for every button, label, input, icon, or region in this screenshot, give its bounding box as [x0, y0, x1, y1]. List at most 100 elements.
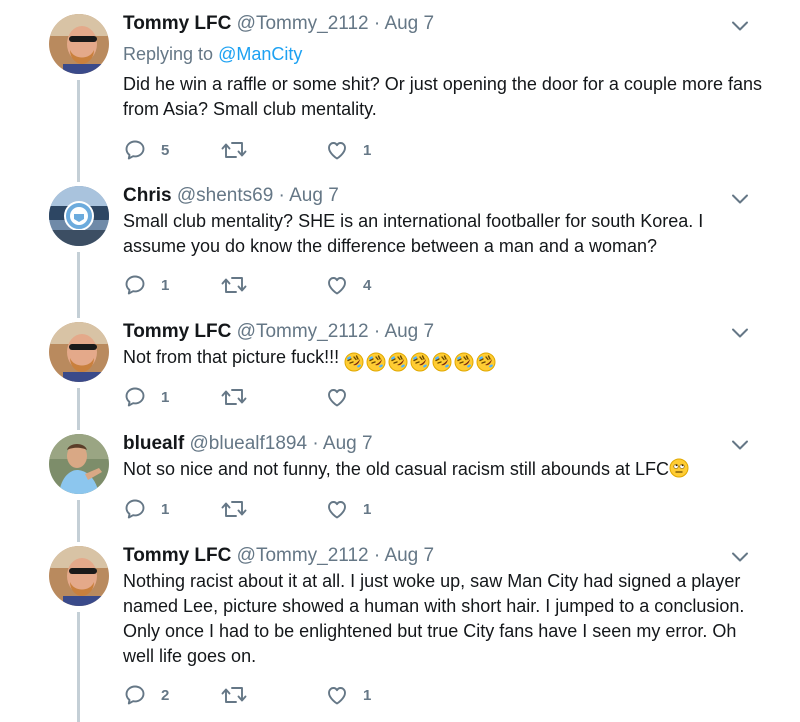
- thread-line: [77, 532, 80, 542]
- separator-dot: ·: [373, 321, 381, 342]
- reply-count: 1: [161, 500, 170, 518]
- user-handle[interactable]: @shents69: [177, 185, 273, 206]
- retweet-button[interactable]: [220, 497, 248, 521]
- tweet-header: Tommy LFC @Tommy_2112 · Aug 7: [123, 13, 434, 35]
- heart-icon: [325, 385, 349, 409]
- user-handle[interactable]: @Tommy_2112: [237, 545, 369, 566]
- thread-line: [77, 252, 80, 308]
- chevron-down-icon[interactable]: [731, 439, 749, 451]
- replying-to: Replying to @ManCity: [123, 43, 302, 65]
- avatar[interactable]: [49, 434, 109, 494]
- reply-icon: [123, 273, 147, 297]
- tommy-avatar-image: [49, 14, 109, 74]
- heart-icon: [325, 683, 349, 707]
- display-name[interactable]: Chris: [123, 185, 172, 206]
- separator-dot: ·: [373, 545, 381, 566]
- tweet-5[interactable]: Tommy LFC @Tommy_2112 · Aug 7 Nothing ra…: [0, 532, 800, 722]
- separator-dot: ·: [278, 185, 285, 206]
- reply-count: 1: [161, 276, 170, 294]
- retweet-button[interactable]: [220, 138, 248, 162]
- user-handle[interactable]: @bluealf1894: [190, 433, 308, 454]
- reply-count: 1: [161, 388, 170, 406]
- retweet-icon: [220, 497, 248, 521]
- thread-line: [77, 388, 80, 420]
- display-name[interactable]: Tommy LFC: [123, 13, 231, 34]
- rolling-on-floor-laughing-icon: [454, 352, 474, 372]
- tweet-date[interactable]: Aug 7: [289, 185, 339, 206]
- mention-link[interactable]: @ManCity: [218, 44, 302, 64]
- thread-line: [77, 80, 80, 172]
- retweet-icon: [220, 138, 248, 162]
- reply-button[interactable]: 1: [123, 273, 169, 297]
- reply-button[interactable]: 2: [123, 683, 169, 707]
- rolling-on-floor-laughing-icon: [410, 352, 430, 372]
- tweet-date[interactable]: Aug 7: [384, 321, 434, 342]
- emoji-row: [344, 349, 498, 374]
- retweet-icon: [220, 273, 248, 297]
- like-count: 1: [363, 141, 372, 159]
- reply-icon: [123, 683, 147, 707]
- reply-icon: [123, 385, 147, 409]
- tweet-header: Tommy LFC @Tommy_2112 · Aug 7: [123, 545, 434, 567]
- retweet-button[interactable]: [220, 683, 248, 707]
- face-with-rolling-eyes-icon: [669, 458, 689, 478]
- like-count: 1: [363, 686, 372, 704]
- tweet-body: Not from that picture fuck!!!: [123, 345, 763, 374]
- thread-line: [77, 420, 80, 430]
- rolling-on-floor-laughing-icon: [388, 352, 408, 372]
- tweet-date[interactable]: Aug 7: [384, 545, 434, 566]
- reply-icon: [123, 497, 147, 521]
- retweet-button[interactable]: [220, 273, 248, 297]
- display-name[interactable]: bluealf: [123, 433, 184, 454]
- like-button[interactable]: 4: [325, 273, 371, 297]
- thread-line: [77, 612, 80, 722]
- like-button[interactable]: 1: [325, 138, 371, 162]
- rolling-on-floor-laughing-icon: [344, 352, 364, 372]
- tweet-text: Not so nice and not funny, the old casua…: [123, 459, 669, 479]
- tweet-header: Tommy LFC @Tommy_2112 · Aug 7: [123, 321, 434, 343]
- retweet-icon: [220, 683, 248, 707]
- tommy-avatar-image: [49, 322, 109, 382]
- bluealf-avatar-image: [49, 434, 109, 494]
- tweet-date[interactable]: Aug 7: [384, 13, 434, 34]
- like-count: 1: [363, 500, 372, 518]
- reply-button[interactable]: 5: [123, 138, 169, 162]
- heart-icon: [325, 138, 349, 162]
- display-name[interactable]: Tommy LFC: [123, 321, 231, 342]
- tweet-text: Nothing racist about it at all. I just w…: [123, 571, 745, 666]
- tommy-avatar-image: [49, 546, 109, 606]
- thread-line: [77, 172, 80, 182]
- reply-button[interactable]: 1: [123, 385, 169, 409]
- display-name[interactable]: Tommy LFC: [123, 545, 231, 566]
- like-button[interactable]: [325, 385, 349, 409]
- reply-button[interactable]: 1: [123, 497, 169, 521]
- tweet-4[interactable]: bluealf @bluealf1894 · Aug 7 Not so nice…: [0, 420, 800, 532]
- tweet-date[interactable]: Aug 7: [323, 433, 373, 454]
- mancity-avatar-image: [49, 186, 109, 246]
- user-handle[interactable]: @Tommy_2112: [237, 321, 369, 342]
- tweet-1[interactable]: Tommy LFC @Tommy_2112 · Aug 7 Replying t…: [0, 0, 800, 172]
- replying-label: Replying to: [123, 44, 219, 64]
- tweet-header: Chris @shents69 · Aug 7: [123, 185, 339, 207]
- tweet-3[interactable]: Tommy LFC @Tommy_2112 · Aug 7 Not from t…: [0, 308, 800, 420]
- reply-icon: [123, 138, 147, 162]
- avatar[interactable]: [49, 546, 109, 606]
- avatar[interactable]: [49, 322, 109, 382]
- chevron-down-icon[interactable]: [731, 20, 749, 32]
- chevron-down-icon[interactable]: [731, 551, 749, 563]
- chevron-down-icon[interactable]: [731, 193, 749, 205]
- thread-line: [77, 500, 80, 532]
- tweet-2[interactable]: Chris @shents69 · Aug 7 Small club menta…: [0, 172, 800, 308]
- user-handle[interactable]: @Tommy_2112: [237, 13, 369, 34]
- chevron-down-icon[interactable]: [731, 327, 749, 339]
- avatar[interactable]: [49, 186, 109, 246]
- heart-icon: [325, 273, 349, 297]
- rolling-on-floor-laughing-icon: [366, 352, 386, 372]
- retweet-button[interactable]: [220, 385, 248, 409]
- tweet-text: Not from that picture fuck!!!: [123, 347, 345, 367]
- like-count: 4: [363, 276, 372, 294]
- like-button[interactable]: 1: [325, 683, 371, 707]
- avatar[interactable]: [49, 14, 109, 74]
- tweet-text: Did he win a raffle or some shit? Or jus…: [123, 74, 763, 119]
- like-button[interactable]: 1: [325, 497, 371, 521]
